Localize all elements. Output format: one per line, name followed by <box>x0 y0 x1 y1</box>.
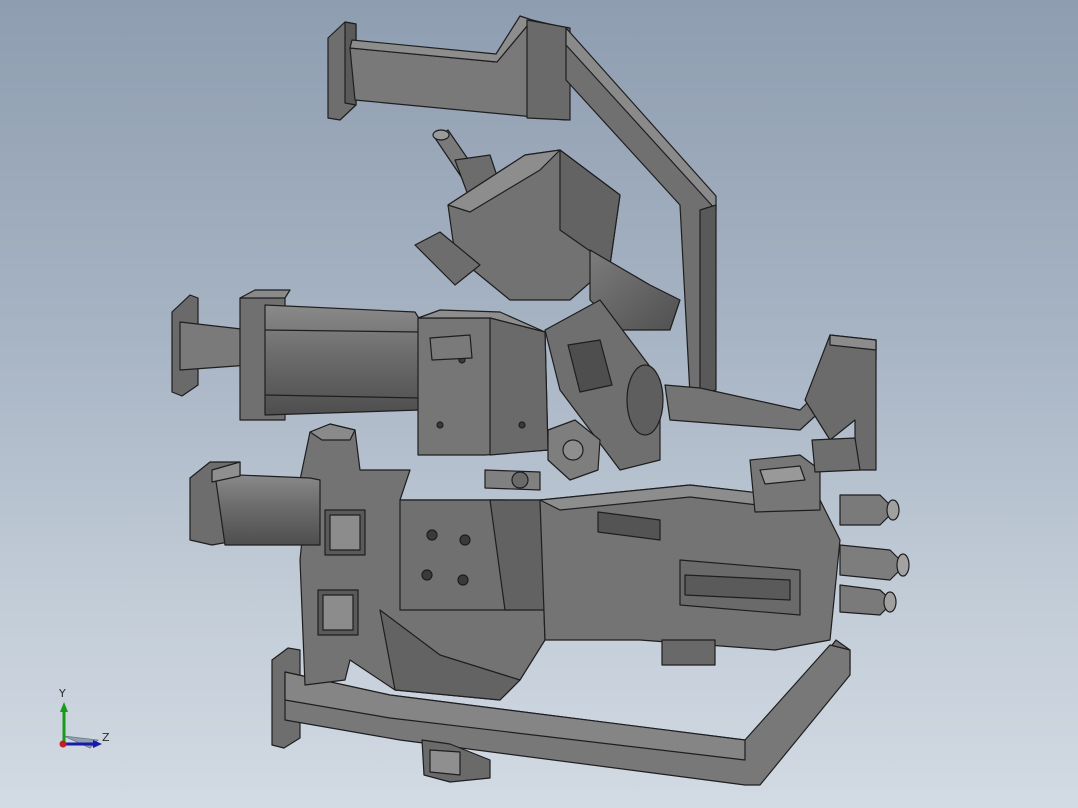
cad-assembly-model[interactable] <box>0 0 1078 808</box>
x-axis-marker <box>59 740 67 748</box>
y-axis-label: Y <box>59 687 66 700</box>
y-axis-arrow <box>60 702 68 712</box>
graphics-viewport[interactable]: Y Z <box>0 0 1078 808</box>
central-slide-block <box>399 309 549 611</box>
coordinate-triad: Y Z <box>50 686 120 752</box>
upper-air-cylinder <box>171 289 421 421</box>
lower-air-cylinder <box>189 461 321 546</box>
z-axis-label: Z <box>102 731 110 744</box>
z-axis-arrow <box>93 740 102 748</box>
